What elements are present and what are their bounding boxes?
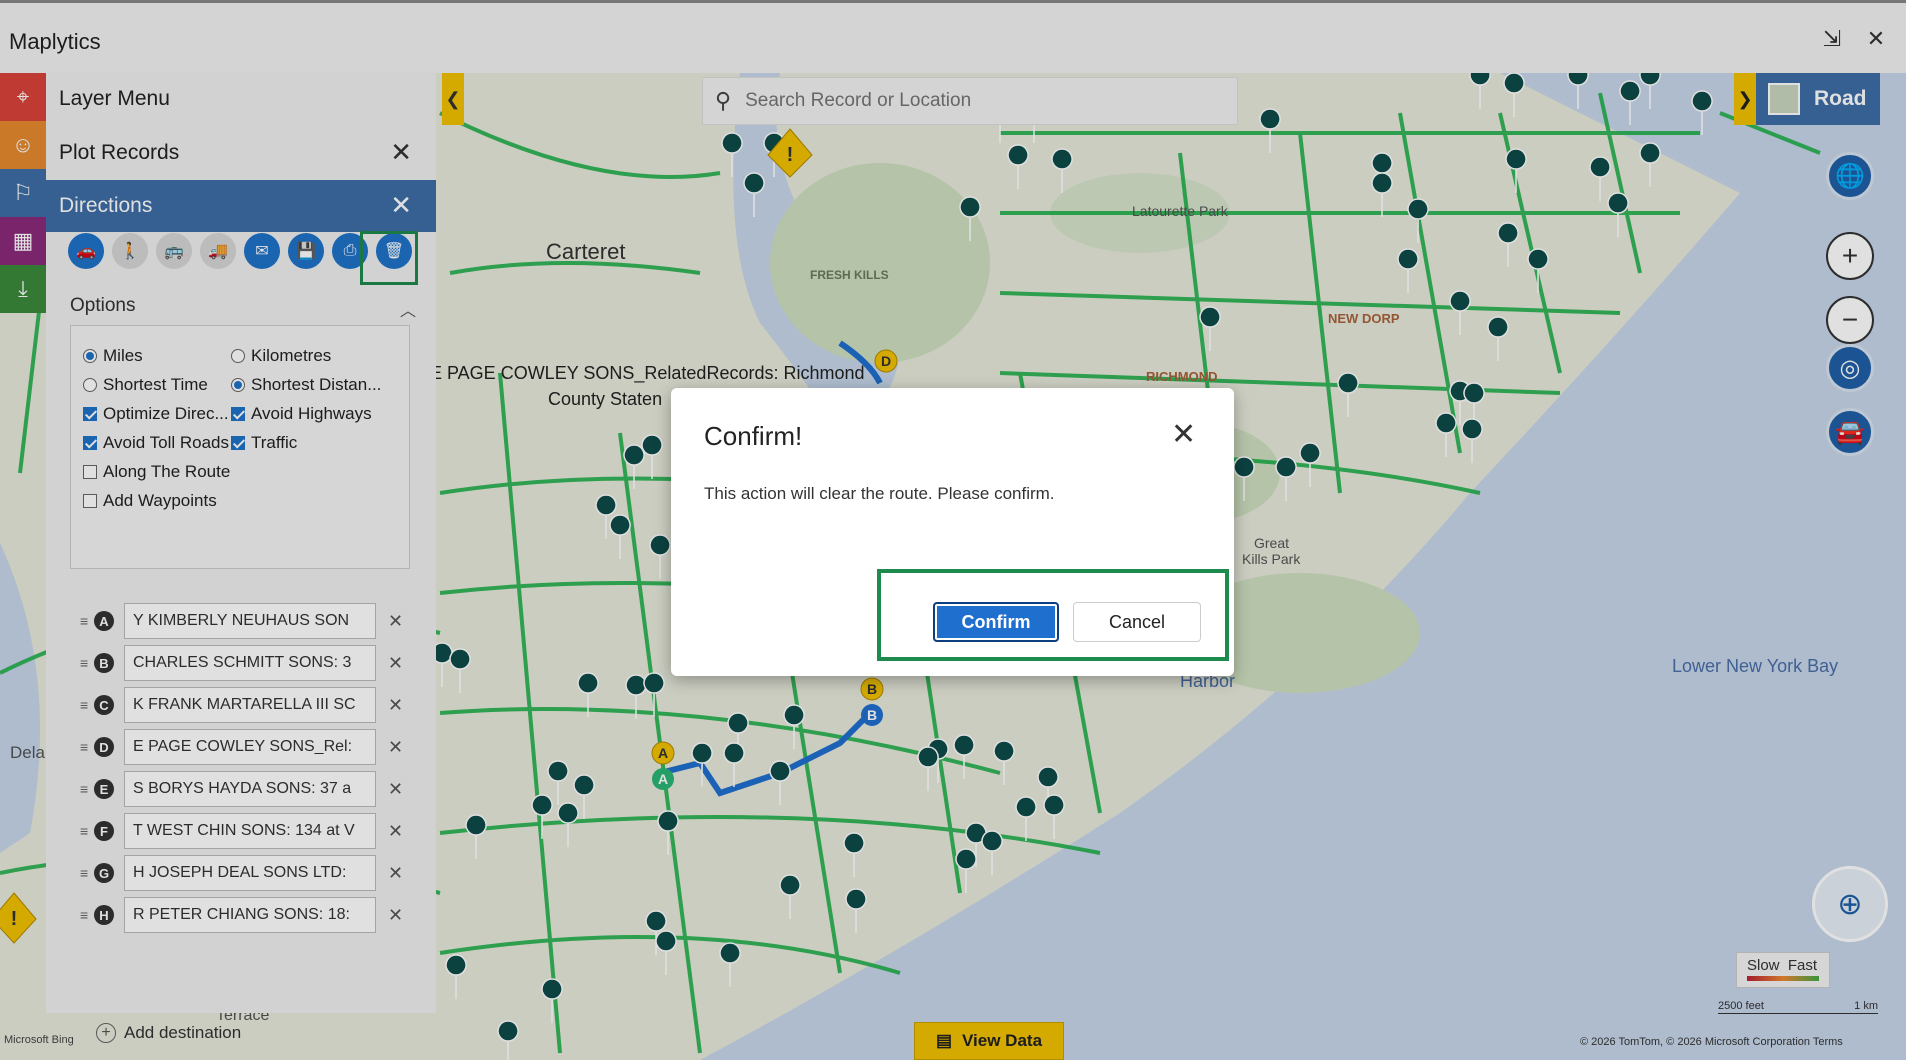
dialog-title: Confirm! xyxy=(704,421,803,451)
close-icon[interactable]: ✕ xyxy=(1171,420,1196,450)
confirm-dialog: Confirm! ✕ This action will clear the ro… xyxy=(671,388,1234,676)
dialog-message: This action will clear the route. Please… xyxy=(704,484,1055,503)
cancel-button[interactable]: Cancel xyxy=(1073,602,1201,642)
confirm-button[interactable]: Confirm xyxy=(933,602,1059,642)
